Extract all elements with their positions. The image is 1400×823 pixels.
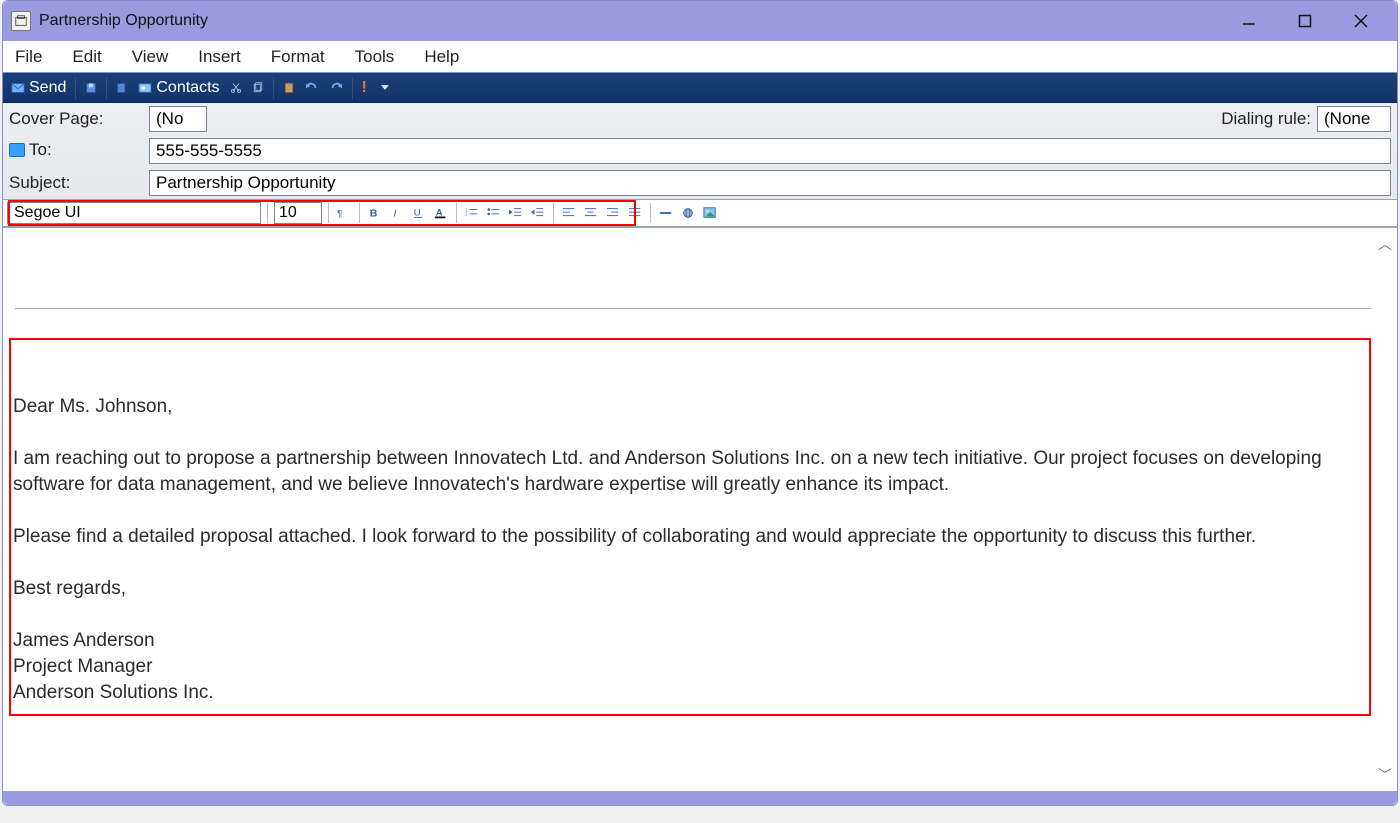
menu-tools[interactable]: Tools [349,45,401,69]
header-area: Cover Page: Dialing rule: To: Subject: [3,103,1397,228]
body-area: ︿ Dear Ms. Johnson, I am reaching out to… [3,228,1397,791]
message-body[interactable]: Dear Ms. Johnson, I am reaching out to p… [13,394,1345,706]
number-list-icon[interactable]: 12 [463,204,481,222]
send-button[interactable]: Send [7,77,70,99]
align-left-icon[interactable] [560,204,578,222]
redo-icon[interactable] [325,80,347,96]
fax-compose-window: Partnership Opportunity File Edit View I… [2,0,1398,806]
to-label: To: [29,140,52,160]
font-color-icon[interactable]: A [432,204,450,222]
cut-icon[interactable] [226,80,246,96]
minimize-button[interactable] [1235,7,1263,35]
app-icon [11,11,31,31]
to-input[interactable] [149,138,1391,164]
window-border-bottom [3,791,1397,805]
menu-help[interactable]: Help [418,45,465,69]
save-icon[interactable] [81,80,101,96]
dialing-rule-label: Dialing rule: [1221,109,1311,129]
priority-icon[interactable]: ! [358,77,371,99]
titlebar: Partnership Opportunity [3,1,1397,41]
cover-page-label: Cover Page: [9,109,149,129]
menu-edit[interactable]: Edit [66,45,107,69]
scroll-up-icon[interactable]: ︿ [1377,236,1393,252]
undo-icon[interactable] [301,80,323,96]
subject-input[interactable] [149,170,1391,196]
menu-view[interactable]: View [126,45,175,69]
horizontal-rule-icon[interactable] [657,204,675,222]
menu-format[interactable]: Format [265,45,331,69]
svg-text:¶: ¶ [337,209,343,220]
menu-insert[interactable]: Insert [192,45,247,69]
insert-link-icon[interactable] [679,204,697,222]
svg-text:B: B [370,208,378,220]
font-size-select[interactable] [274,202,322,224]
bullet-list-icon[interactable] [485,204,503,222]
align-center-icon[interactable] [582,204,600,222]
insert-image-icon[interactable] [701,204,719,222]
dialing-rule-select[interactable] [1317,106,1391,132]
italic-icon[interactable]: I [388,204,406,222]
menubar: File Edit View Insert Format Tools Help [3,41,1397,73]
priority-dropdown[interactable] [373,83,393,92]
window-title: Partnership Opportunity [39,12,208,30]
svg-text:I: I [394,208,397,220]
contacts-label: Contacts [156,79,219,97]
cover-page-select[interactable] [149,106,207,132]
outdent-icon[interactable] [507,204,525,222]
bold-icon[interactable]: B [366,204,384,222]
scroll-down-icon[interactable]: ﹀ [1377,767,1393,783]
copy-icon[interactable] [248,80,268,96]
close-button[interactable] [1347,7,1375,35]
align-right-icon[interactable] [604,204,622,222]
indent-icon[interactable] [529,204,547,222]
send-label: Send [29,79,66,97]
address-book-icon[interactable] [112,80,132,96]
svg-text:2: 2 [465,212,468,217]
paste-icon[interactable] [279,80,299,96]
addressbook-icon [9,143,25,157]
paragraph-style-icon[interactable]: ¶ [335,204,353,222]
justify-icon[interactable] [626,204,644,222]
horizontal-rule [15,308,1371,309]
contacts-button[interactable]: Contacts [134,77,223,99]
maximize-button[interactable] [1291,7,1319,35]
menu-file[interactable]: File [9,45,48,69]
action-toolbar: Send Contacts ! [3,73,1397,103]
subject-label: Subject: [9,173,149,193]
to-button[interactable]: To: [9,140,52,160]
underline-icon[interactable]: U [410,204,428,222]
format-toolbar: ¶ B I U A 12 [3,199,1397,227]
font-select[interactable] [7,202,261,224]
